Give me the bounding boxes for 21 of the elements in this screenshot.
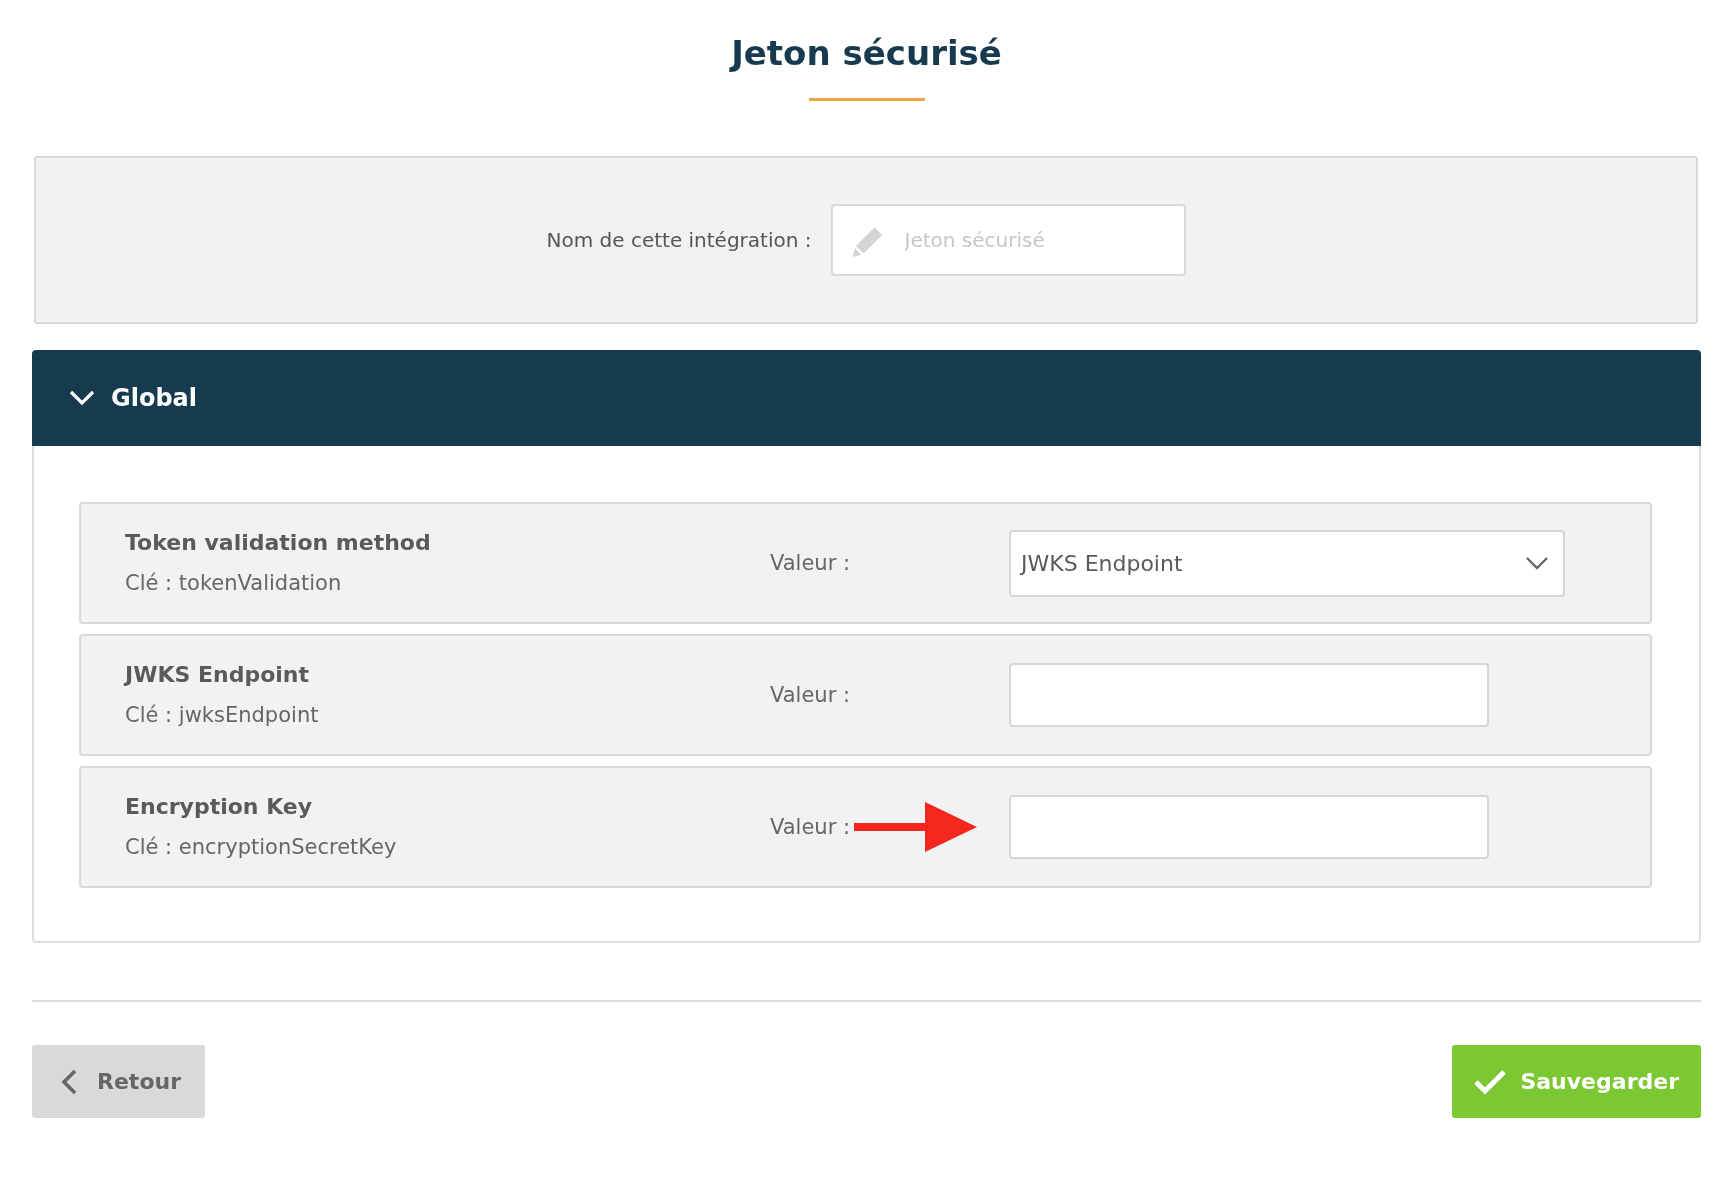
field-label: Nom de cette intégration : [546, 228, 812, 252]
text-field[interactable] [1009, 795, 1489, 859]
back-button[interactable]: Retour [32, 1045, 205, 1118]
caret-icon [1525, 556, 1549, 570]
setting-title: Token validation method [125, 529, 432, 557]
pencil-icon [851, 224, 884, 258]
text-field[interactable] [1009, 663, 1489, 727]
checkmark-icon [1474, 1068, 1507, 1095]
setting-title: JWKS Endpoint [125, 661, 311, 689]
setting-key: Clé : encryptionSecretKey [125, 832, 770, 862]
chevron-icon [69, 390, 95, 406]
page-title: Jeton sécurisé [731, 32, 1002, 75]
setting-key: Clé : jwksEndpoint [125, 700, 770, 730]
setting-title: Encryption Key [125, 793, 314, 821]
value-label: Valeur : [770, 815, 851, 839]
chevron-left-icon [61, 1068, 77, 1095]
value-label: Valeur : [770, 683, 851, 707]
value-label: Valeur : [770, 551, 851, 575]
select-field[interactable]: JWKS Endpoint [1009, 529, 1565, 597]
setting-key: Clé : tokenValidation [125, 568, 770, 598]
section-header[interactable]: Global [32, 350, 1701, 446]
